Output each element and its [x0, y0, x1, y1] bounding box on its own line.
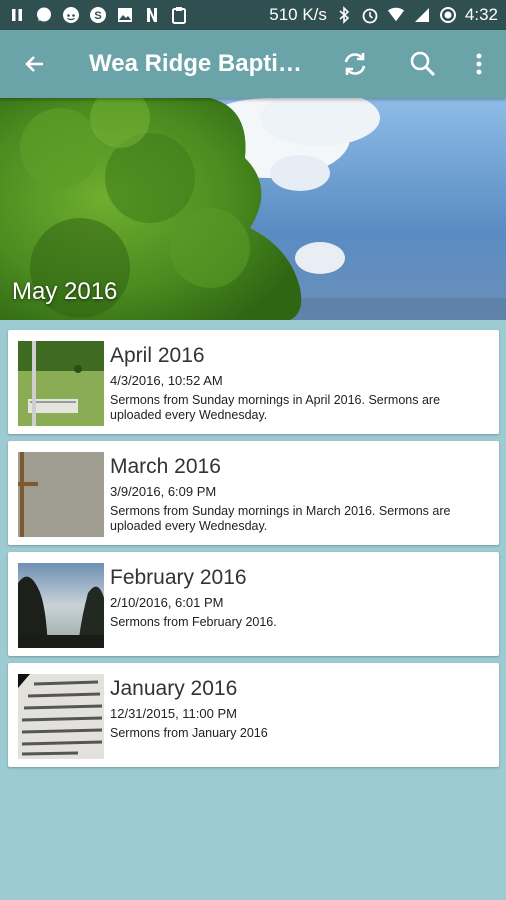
hero-header[interactable]: May 2016 [0, 98, 506, 320]
back-button[interactable] [11, 40, 59, 88]
hero-title: May 2016 [12, 278, 118, 305]
bluetooth-icon [335, 6, 353, 24]
item-title: February 2016 [110, 566, 247, 589]
list-item[interactable]: April 2016 4/3/2016, 10:52 AM Sermons fr… [8, 330, 499, 434]
item-description: Sermons from Sunday mornings in April 20… [110, 393, 441, 422]
thumbnail-image [18, 452, 104, 537]
list-item[interactable]: January 2016 12/31/2015, 11:00 PM Sermon… [8, 663, 499, 767]
pause-icon [8, 6, 26, 24]
item-description: Sermons from Sunday mornings in March 20… [110, 504, 451, 533]
search-button[interactable] [399, 40, 447, 88]
app-title: Wea Ridge Baptist… [89, 50, 311, 77]
back-arrow-icon [25, 56, 43, 72]
app-bar: Wea Ridge Baptist… [0, 30, 506, 98]
system-icons: 510 K/s 4:32 [269, 5, 498, 25]
signal-icon [413, 6, 431, 24]
refresh-icon [344, 53, 366, 75]
item-title: January 2016 [110, 677, 238, 700]
reddit-icon [62, 6, 80, 24]
alarm-icon [361, 6, 379, 24]
svg-text:S: S [94, 10, 101, 22]
item-date: 4/3/2016, 10:52 AM [110, 373, 223, 388]
item-title: April 2016 [110, 344, 205, 367]
sermon-list: April 2016 4/3/2016, 10:52 AM Sermons fr… [8, 330, 499, 774]
thumbnail-image [18, 674, 104, 759]
list-item[interactable]: February 2016 2/10/2016, 6:01 PM Sermons… [8, 552, 499, 656]
status-bar: S 510 K/s 4:32 [0, 0, 506, 30]
skype-icon: S [89, 6, 107, 24]
search-icon [410, 51, 436, 77]
item-date: 12/31/2015, 11:00 PM [110, 706, 237, 721]
notification-icons: S [8, 6, 188, 24]
item-description: Sermons from January 2016 [110, 726, 268, 740]
chat-bubble-icon [35, 6, 53, 24]
battery-saver-icon [439, 6, 457, 24]
netflix-icon [143, 6, 161, 24]
wifi-icon [387, 6, 405, 24]
item-date: 3/9/2016, 6:09 PM [110, 484, 217, 499]
overflow-menu-button[interactable] [455, 40, 503, 88]
item-title: March 2016 [110, 455, 221, 478]
image-icon [116, 6, 134, 24]
network-speed: 510 K/s [269, 5, 327, 24]
thumbnail-image [18, 341, 104, 426]
clock: 4:32 [464, 5, 498, 24]
clipboard-icon [170, 6, 188, 24]
overflow-menu-icon [476, 53, 482, 75]
refresh-button[interactable] [331, 40, 379, 88]
item-description: Sermons from February 2016. [110, 615, 277, 629]
item-date: 2/10/2016, 6:01 PM [110, 595, 224, 610]
thumbnail-image [18, 563, 104, 648]
list-item[interactable]: March 2016 3/9/2016, 6:09 PM Sermons fro… [8, 441, 499, 545]
